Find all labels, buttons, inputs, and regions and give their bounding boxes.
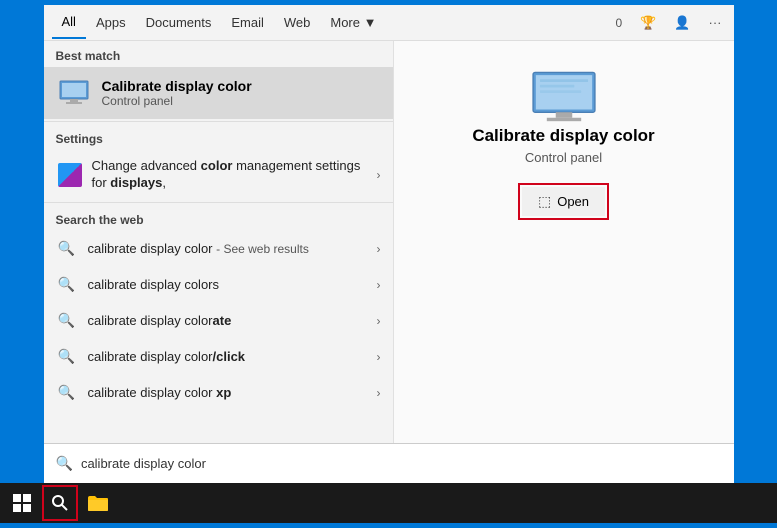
web-search-icon-5: 🔍: [56, 382, 78, 404]
settings-chevron-icon: ›: [377, 168, 381, 182]
web-search-icon-4: 🔍: [56, 346, 78, 368]
tabs-bar: All Apps Documents Email Web More ▼ 0 🏆 …: [44, 5, 734, 41]
tab-apps[interactable]: Apps: [86, 7, 136, 38]
right-panel: Calibrate display color Control panel ⬚ …: [394, 41, 734, 443]
web-search-icon-3: 🔍: [56, 310, 78, 332]
web-chevron-icon-3: ›: [377, 314, 381, 328]
folder-icon: [87, 494, 109, 512]
web-item-text-4: calibrate display color/click: [88, 349, 377, 364]
web-item-3[interactable]: 🔍 calibrate display colorate ›: [44, 303, 393, 339]
web-chevron-icon-5: ›: [377, 386, 381, 400]
web-search-icon-2: 🔍: [56, 274, 78, 296]
open-button-wrapper: ⬚ Open: [518, 183, 609, 220]
trophy-icon[interactable]: 🏆: [636, 13, 660, 33]
settings-label: Settings: [44, 124, 393, 150]
open-button-label: Open: [557, 194, 589, 209]
settings-item[interactable]: Change advanced color management setting…: [44, 150, 393, 200]
windows-logo-icon: [13, 494, 31, 512]
divider-2: [44, 202, 393, 203]
best-match-item[interactable]: Calibrate display color Control panel: [44, 67, 393, 119]
search-bar-icon: 🔍: [56, 455, 73, 472]
left-panel: Best match Calibrate display color Contr…: [44, 41, 394, 443]
monitor-large-icon: [529, 71, 599, 126]
open-button[interactable]: ⬚ Open: [522, 187, 605, 216]
best-match-subtitle: Control panel: [102, 94, 252, 108]
web-item-2[interactable]: 🔍 calibrate display colors ›: [44, 267, 393, 303]
web-search-icon-1: 🔍: [56, 238, 78, 260]
taskbar-search-icon: [52, 495, 68, 511]
divider-1: [44, 121, 393, 122]
more-icon[interactable]: ···: [705, 13, 726, 32]
best-match-text: Calibrate display color Control panel: [102, 78, 252, 108]
best-match-label: Best match: [44, 41, 393, 67]
tab-email[interactable]: Email: [221, 7, 274, 38]
best-match-icon: [56, 75, 92, 111]
web-chevron-icon-4: ›: [377, 350, 381, 364]
person-icon[interactable]: 👤: [670, 13, 694, 33]
web-item-5[interactable]: 🔍 calibrate display color xp ›: [44, 375, 393, 411]
tab-more[interactable]: More ▼: [320, 7, 386, 38]
web-item-text-3: calibrate display colorate: [88, 313, 377, 328]
best-match-title: Calibrate display color: [102, 78, 252, 94]
monitor-small-icon: [58, 79, 90, 107]
web-item-text-1: calibrate display color - See web result…: [88, 241, 377, 256]
open-btn-icon: ⬚: [538, 193, 551, 210]
results-count: 0: [611, 14, 626, 32]
web-item-text-2: calibrate display colors: [88, 277, 377, 292]
web-chevron-icon-2: ›: [377, 278, 381, 292]
settings-color-icon: [56, 161, 84, 189]
main-content: Best match Calibrate display color Contr…: [44, 41, 734, 443]
web-item-4[interactable]: 🔍 calibrate display color/click ›: [44, 339, 393, 375]
search-bar: 🔍: [44, 443, 734, 483]
right-panel-subtitle: Control panel: [525, 150, 602, 165]
search-input[interactable]: [81, 456, 722, 471]
tab-documents[interactable]: Documents: [136, 7, 222, 38]
tabs-actions: 0 🏆 👤 ···: [611, 13, 725, 33]
taskbar-folder-button[interactable]: [80, 485, 116, 521]
search-panel: All Apps Documents Email Web More ▼ 0 🏆 …: [44, 5, 734, 483]
right-panel-title: Calibrate display color: [472, 126, 654, 146]
tab-web[interactable]: Web: [274, 7, 321, 38]
taskbar-search-button[interactable]: [42, 485, 78, 521]
web-item-1[interactable]: 🔍 calibrate display color - See web resu…: [44, 231, 393, 267]
web-chevron-icon-1: ›: [377, 242, 381, 256]
windows-start-button[interactable]: [4, 485, 40, 521]
search-web-label: Search the web: [44, 205, 393, 231]
tab-all[interactable]: All: [52, 6, 86, 39]
web-item-text-5: calibrate display color xp: [88, 385, 377, 400]
taskbar: [0, 483, 777, 523]
settings-item-text: Change advanced color management setting…: [92, 158, 377, 192]
